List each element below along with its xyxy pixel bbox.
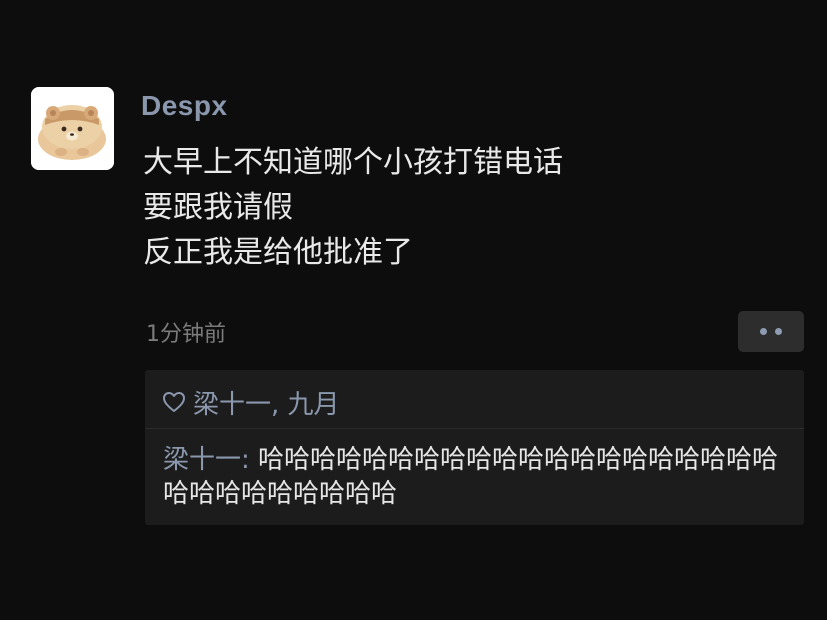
- heart-outline-icon: [163, 392, 185, 412]
- comment[interactable]: 梁十一: 哈哈哈哈哈哈哈哈哈哈哈哈哈哈哈哈哈哈哈哈哈哈哈哈哈哈哈哈哈: [163, 443, 793, 511]
- comment-author[interactable]: 梁十一: [163, 445, 241, 475]
- ellipsis-icon: [775, 328, 782, 335]
- comment-separator: :: [241, 445, 259, 475]
- likes-names[interactable]: 梁十一, 九月: [193, 384, 340, 421]
- avatar[interactable]: [31, 87, 114, 170]
- post-content-line: 反正我是给他批准了: [143, 235, 413, 270]
- username[interactable]: Despx: [141, 90, 228, 122]
- post-content: 大早上不知道哪个小孩打错电话 要跟我请假 反正我是给他批准了: [143, 140, 563, 275]
- post-content-line: 大早上不知道哪个小孩打错电话: [143, 145, 563, 180]
- likes-row: 梁十一, 九月: [162, 382, 340, 422]
- post-content-line: 要跟我请假: [143, 190, 293, 225]
- timestamp: 1分钟前: [146, 322, 226, 347]
- bear-avatar-icon: [31, 87, 114, 170]
- ellipsis-icon: [760, 328, 767, 335]
- more-actions-button[interactable]: [738, 311, 804, 352]
- interaction-panel: 梁十一, 九月 梁十一: 哈哈哈哈哈哈哈哈哈哈哈哈哈哈哈哈哈哈哈哈哈哈哈哈哈哈哈…: [145, 370, 804, 525]
- moments-post: Despx 大早上不知道哪个小孩打错电话 要跟我请假 反正我是给他批准了 1分钟…: [0, 0, 827, 620]
- divider: [145, 428, 804, 429]
